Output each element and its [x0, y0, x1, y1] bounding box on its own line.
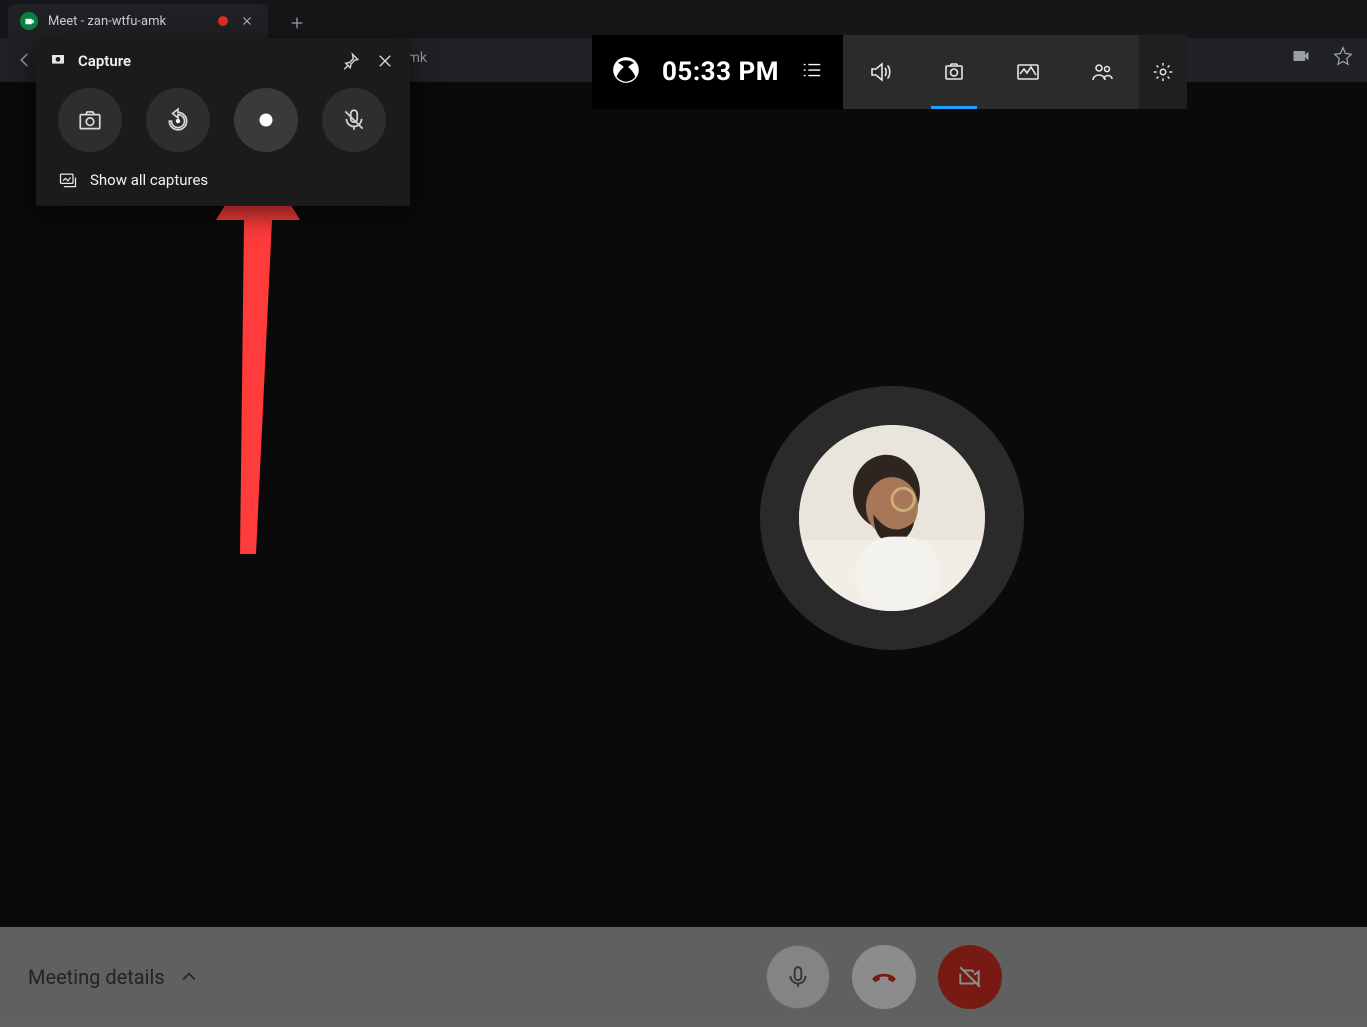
gear-icon	[1152, 61, 1174, 83]
gallery-icon	[58, 170, 78, 190]
meeting-details-label: Meeting details	[28, 965, 165, 989]
browser-tab[interactable]: Meet - zan-wtfu-amk	[8, 4, 268, 38]
participant-avatar-ring	[760, 386, 1024, 650]
start-recording-button[interactable]	[234, 88, 298, 152]
browser-tab-bar: Meet - zan-wtfu-amk	[0, 0, 1367, 38]
new-tab-button[interactable]	[282, 8, 312, 38]
pin-icon	[342, 52, 360, 70]
participant-avatar	[799, 425, 985, 611]
mute-mic-button[interactable]	[766, 945, 830, 1009]
tab-close-button[interactable]	[238, 12, 256, 30]
camera-icon[interactable]	[1291, 46, 1311, 70]
gamebar-performance-button[interactable]	[991, 35, 1065, 109]
record-last-button[interactable]	[146, 88, 210, 152]
show-all-captures-button[interactable]: Show all captures	[36, 166, 410, 192]
gamebar-capture-button[interactable]	[917, 35, 991, 109]
capture-header: Capture	[36, 38, 410, 82]
call-controls	[766, 945, 1002, 1009]
mic-toggle-button[interactable]	[322, 88, 386, 152]
record-icon	[253, 107, 279, 133]
xbox-icon[interactable]	[612, 56, 640, 88]
tab-title: Meet - zan-wtfu-amk	[48, 14, 208, 29]
replay-icon	[165, 107, 191, 133]
close-icon	[376, 52, 394, 70]
hang-up-icon	[871, 964, 897, 990]
meet-bottom-bar: Meeting details	[0, 927, 1367, 1027]
capture-buttons	[36, 82, 410, 166]
microphone-icon	[785, 964, 811, 990]
gamebar-left: 05:33 PM	[592, 35, 843, 109]
capture-widget-icon	[50, 51, 66, 71]
meeting-details-button[interactable]: Meeting details	[28, 965, 199, 989]
toggle-camera-button[interactable]	[938, 945, 1002, 1009]
gamebar-widgets	[843, 35, 1139, 109]
capture-title: Capture	[78, 52, 328, 70]
show-all-captures-label: Show all captures	[90, 171, 208, 189]
audio-icon	[868, 60, 892, 84]
mic-off-icon	[341, 107, 367, 133]
capture-pin-button[interactable]	[340, 50, 362, 72]
meet-favicon-icon	[20, 12, 38, 30]
gamebar-widgets-menu[interactable]	[801, 59, 823, 85]
star-icon[interactable]	[1333, 46, 1353, 70]
chevron-up-icon	[179, 967, 199, 987]
gamebar-social-button[interactable]	[1065, 35, 1139, 109]
screenshot-icon	[77, 107, 103, 133]
gamebar-time: 05:33 PM	[662, 57, 779, 87]
social-icon	[1090, 60, 1114, 84]
capture-widget: Capture Show all captures	[36, 38, 410, 206]
meet-stage	[0, 82, 1367, 925]
recording-indicator-icon	[218, 16, 228, 26]
hang-up-button[interactable]	[852, 945, 916, 1009]
gamebar-settings-button[interactable]	[1139, 35, 1187, 109]
capture-close-button[interactable]	[374, 50, 396, 72]
xbox-game-bar: 05:33 PM	[592, 35, 1187, 109]
gamebar-audio-button[interactable]	[843, 35, 917, 109]
camera-off-icon	[957, 964, 983, 990]
performance-icon	[1016, 60, 1040, 84]
screenshot-button[interactable]	[58, 88, 122, 152]
capture-icon	[942, 60, 966, 84]
